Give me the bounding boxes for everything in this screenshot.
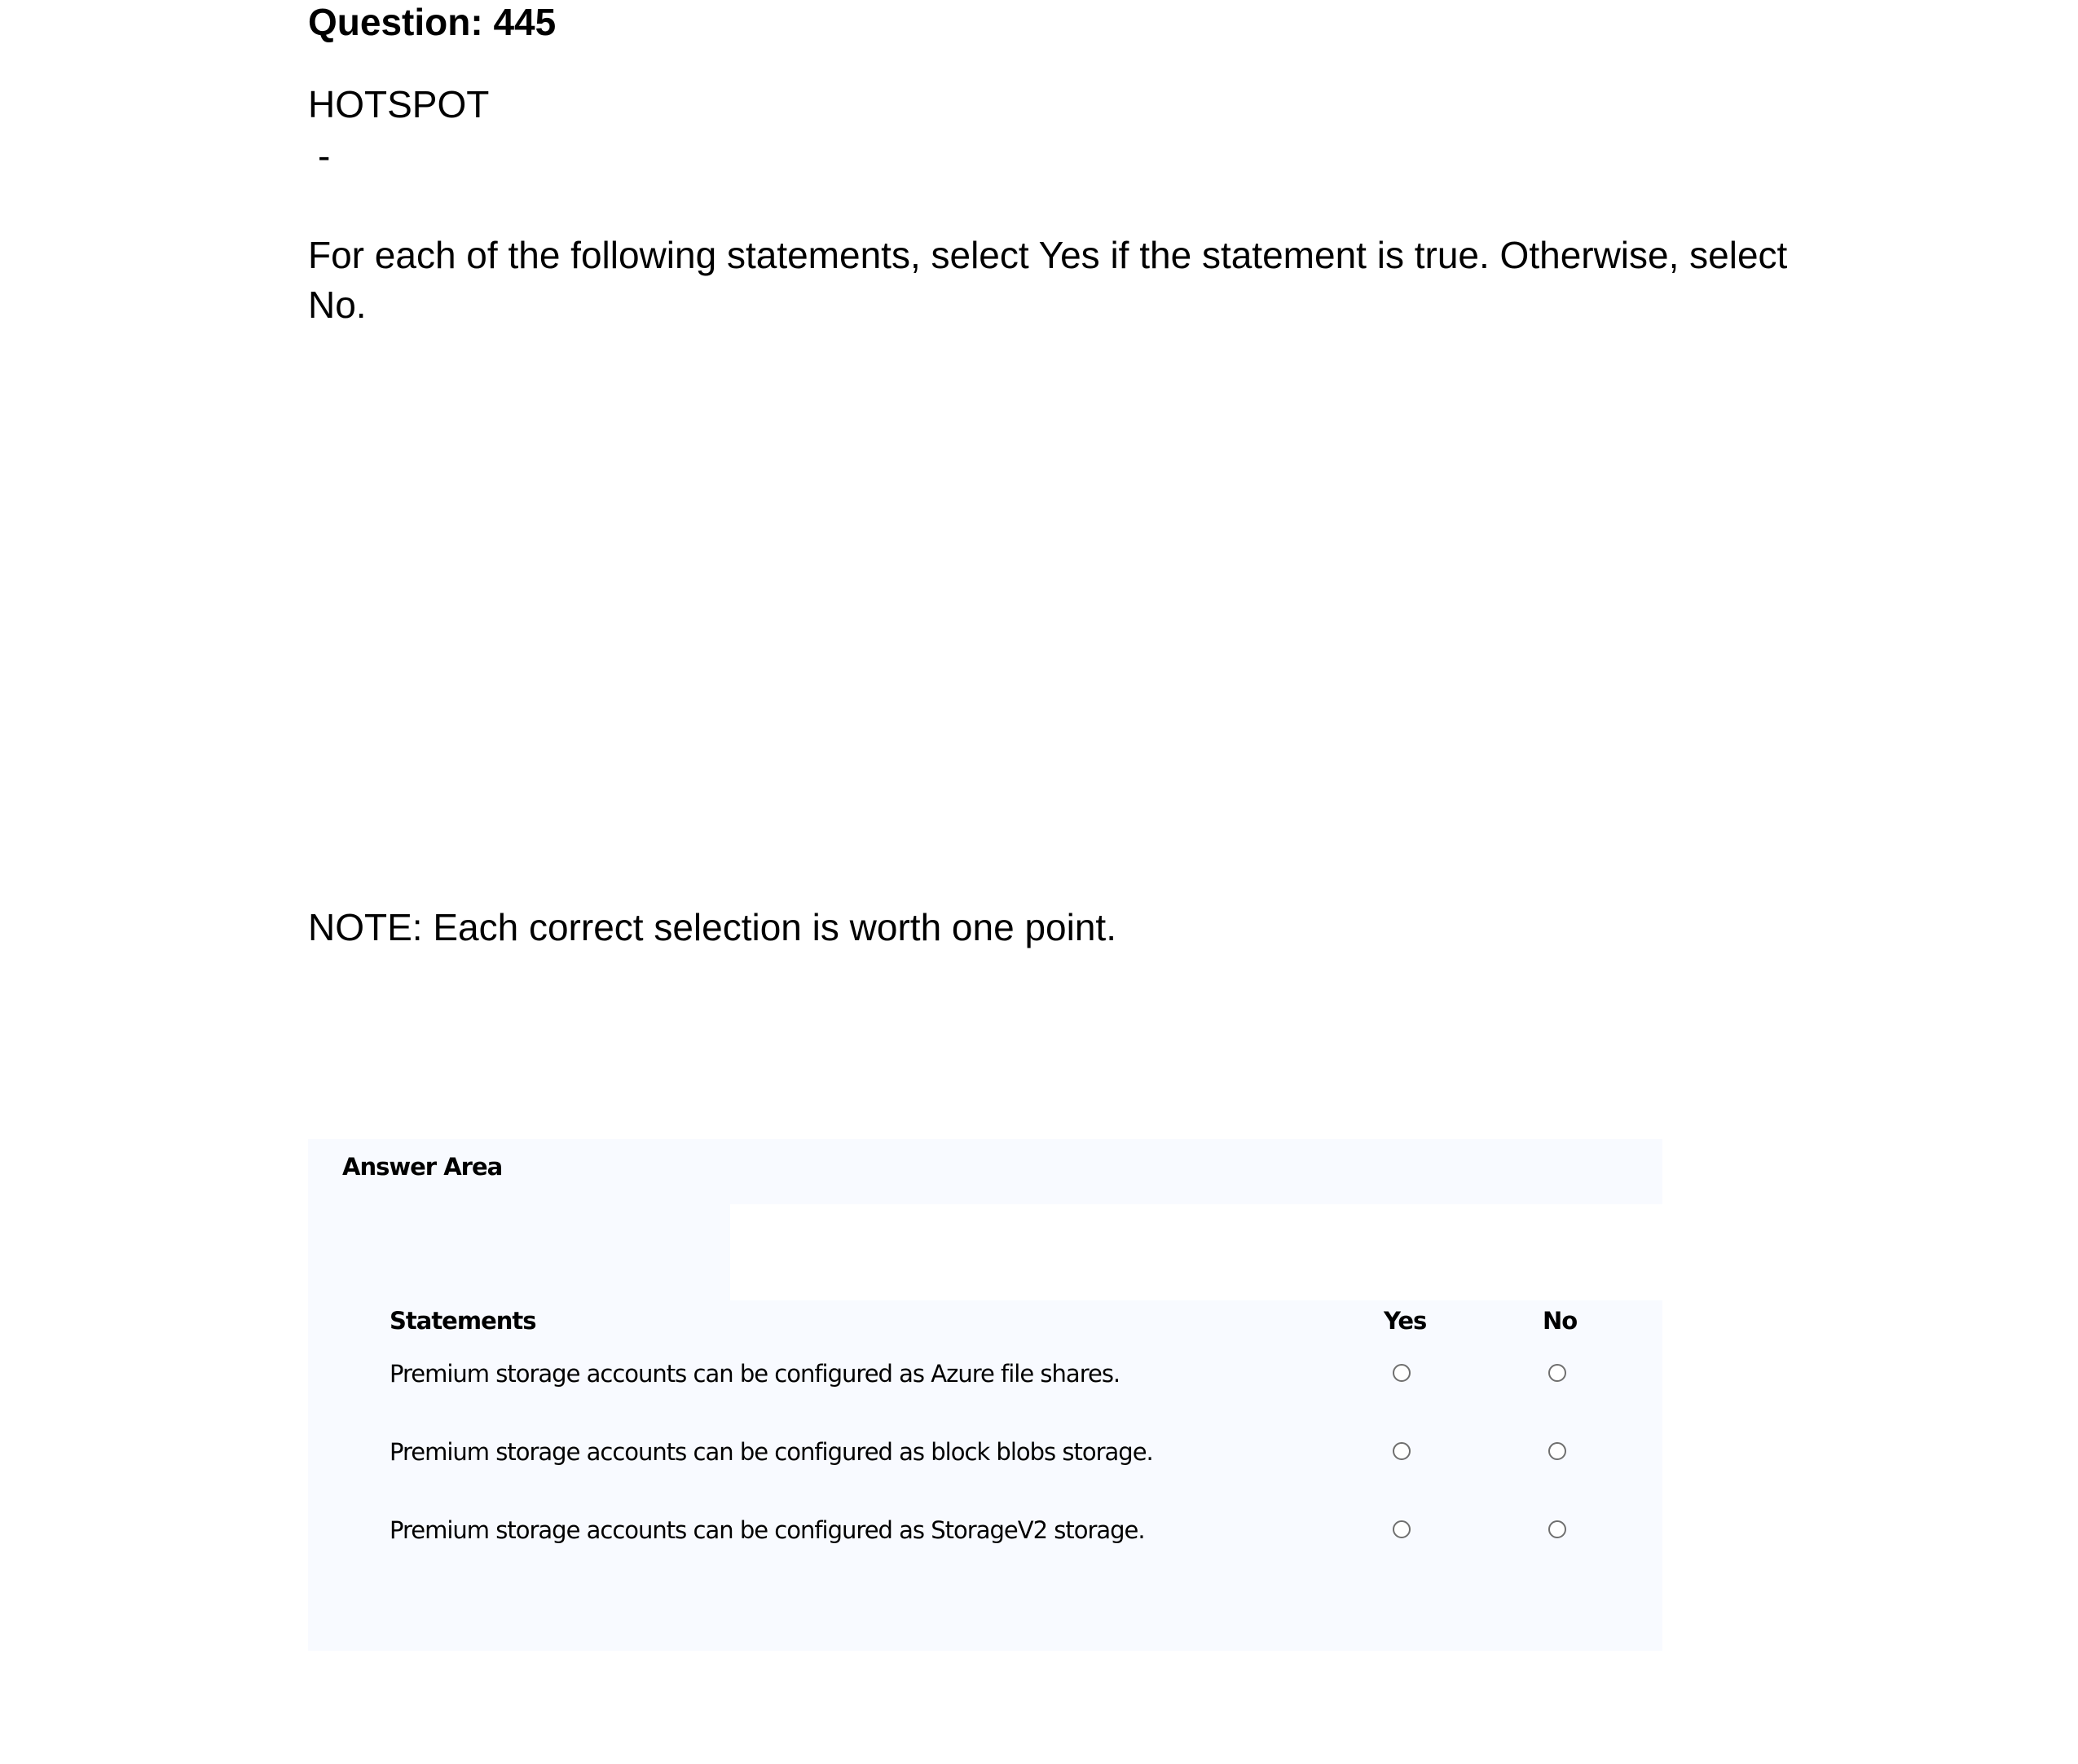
question-note: NOTE: Each correct selection is worth on…	[308, 906, 1116, 948]
question-instructions: For each of the following statements, se…	[308, 234, 1788, 326]
statement-text: Premium storage accounts can be configur…	[390, 1516, 1146, 1544]
statement-text: Premium storage accounts can be configur…	[390, 1438, 1154, 1466]
statement-row: Premium storage accounts can be configur…	[308, 1349, 1662, 1398]
question-type: HOTSPOT	[308, 83, 490, 125]
statements-header: Statements	[390, 1307, 537, 1335]
answer-area-title: Answer Area	[342, 1153, 503, 1181]
no-header: No	[1543, 1307, 1578, 1335]
statement-row: Premium storage accounts can be configur…	[308, 1427, 1662, 1476]
statement-row: Premium storage accounts can be configur…	[308, 1506, 1662, 1555]
no-radio[interactable]	[1548, 1442, 1566, 1460]
no-radio[interactable]	[1548, 1520, 1566, 1538]
answer-area-blank-patch	[730, 1204, 1662, 1300]
question-dash: -	[318, 134, 331, 177]
yes-radio[interactable]	[1393, 1442, 1411, 1460]
yes-header: Yes	[1384, 1307, 1427, 1335]
statement-text: Premium storage accounts can be configur…	[390, 1360, 1120, 1388]
question-title: Question: 445	[308, 1, 557, 43]
yes-radio[interactable]	[1393, 1364, 1411, 1382]
yes-radio[interactable]	[1393, 1520, 1411, 1538]
answer-area: Answer Area Statements Yes No Premium st…	[308, 1139, 1662, 1651]
no-radio[interactable]	[1548, 1364, 1566, 1382]
